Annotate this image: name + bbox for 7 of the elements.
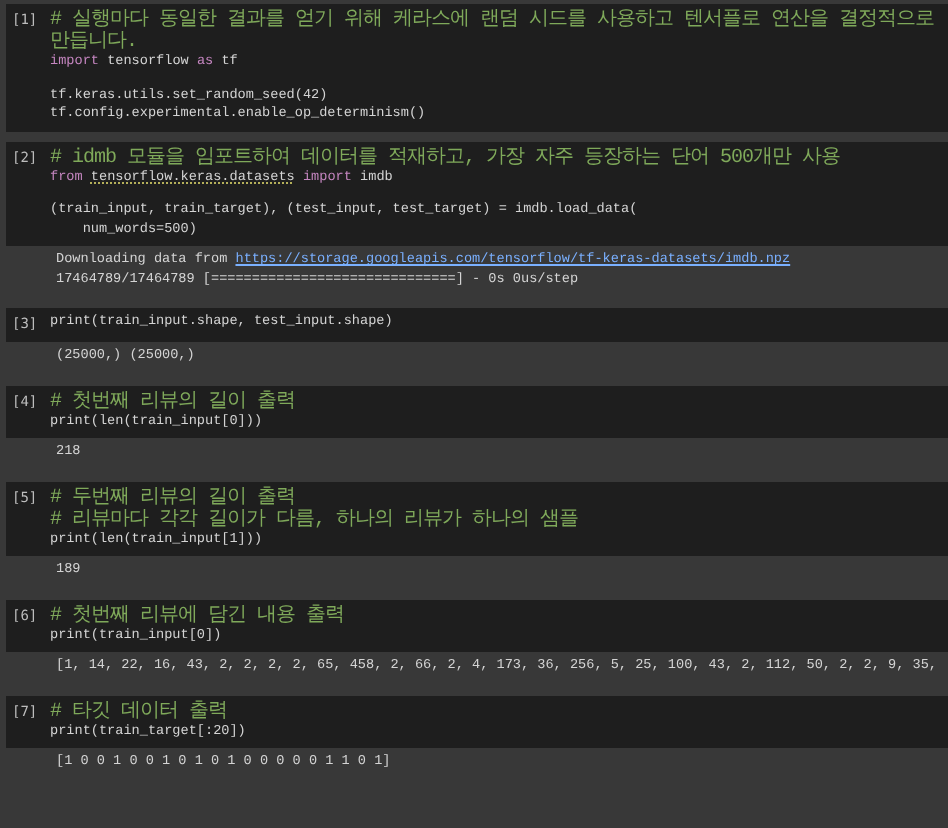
code-comment: # 리뷰마다 각각 길이가 다름, 하나의 리뷰가 하나의 샘플 xyxy=(50,509,581,531)
code-comment: # idmb 모듈을 임포트하여 데이터를 적재하고, 가장 자주 등장하는 단어 500개만 사용 xyxy=(50,147,843,169)
code-comment: # 타깃 데이터 출력 xyxy=(50,701,230,723)
code-comment: # 첫번째 리뷰의 길이 출력 xyxy=(50,391,298,413)
code-comment: # 실행마다 동일한 결과를 얻기 위해 케라스에 랜덤 시드를 사용하고 텐서플로 연산을 결정적으로 만듭니다. xyxy=(50,10,937,54)
code-comment: # 첫번째 리뷰에 담긴 내용 출력 xyxy=(50,605,347,627)
code-comment: # 두번째 리뷰의 길이 출력 xyxy=(50,487,298,509)
